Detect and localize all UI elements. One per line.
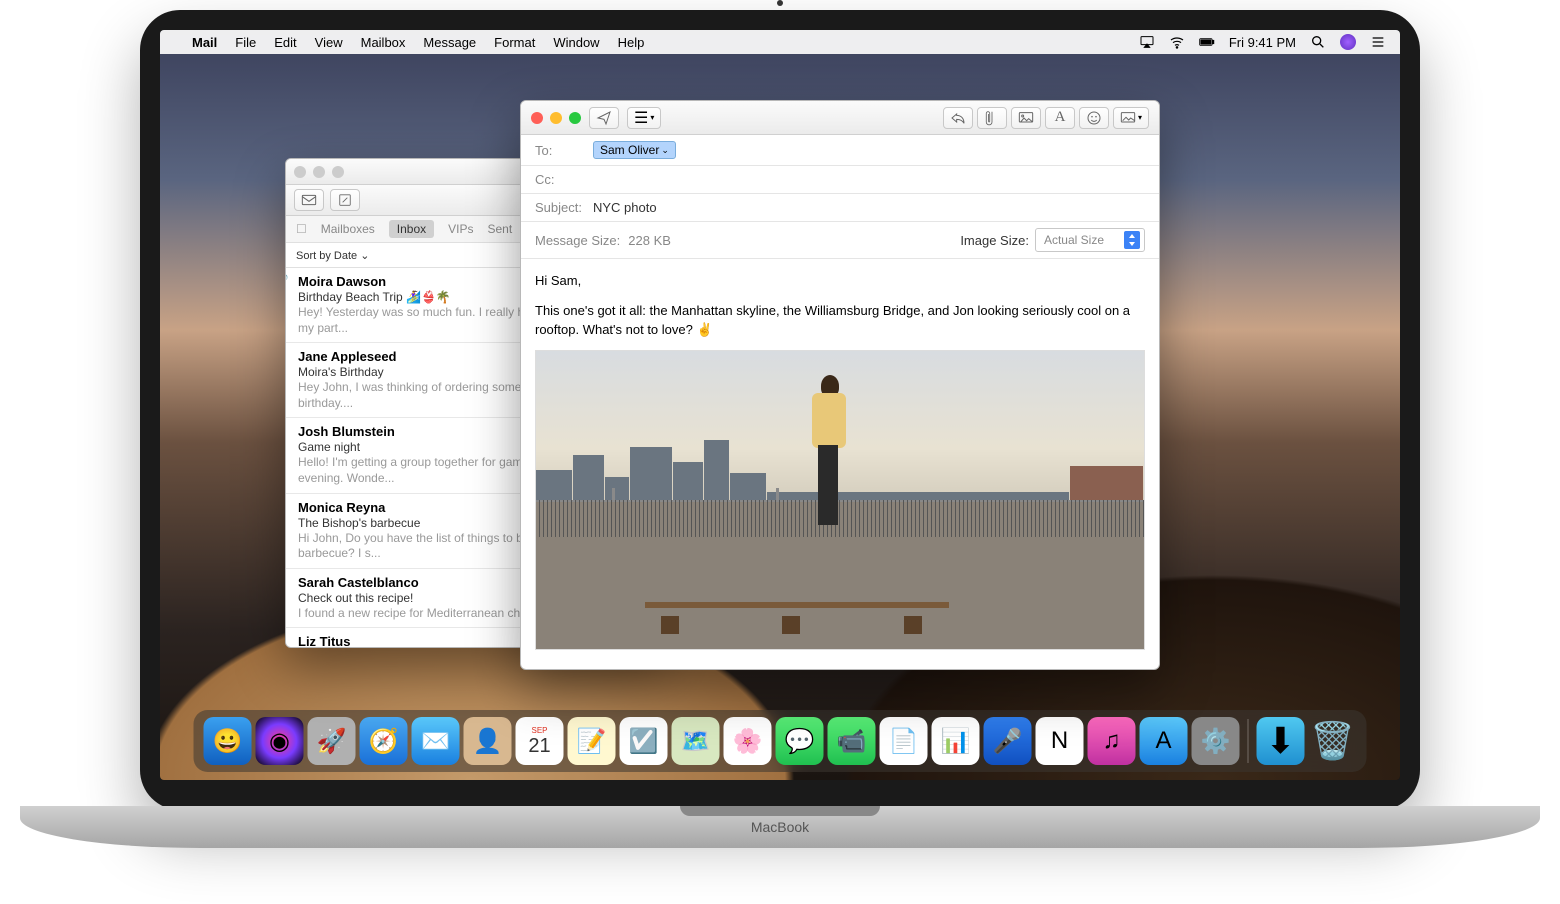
cc-field[interactable]: Cc:	[521, 166, 1159, 194]
dock-mail-icon[interactable]: ✉️	[412, 717, 460, 765]
reply-button[interactable]	[943, 107, 973, 129]
compose-button[interactable]	[330, 189, 360, 211]
photo-browser-button[interactable]: ▾	[1113, 107, 1149, 129]
subject-field[interactable]: Subject: NYC photo	[521, 194, 1159, 222]
dock-itunes-icon[interactable]: ♫	[1088, 717, 1136, 765]
message-size-value: 228 KB	[628, 233, 671, 248]
dock-photos-icon[interactable]: 🌸	[724, 717, 772, 765]
message-sender: Sarah Castelblanco	[298, 575, 419, 590]
markup-button[interactable]	[1011, 107, 1041, 129]
filter-mailboxes[interactable]: Mailboxes	[321, 222, 375, 236]
airplay-icon[interactable]	[1139, 34, 1155, 50]
dock-separator	[1248, 719, 1249, 763]
menubar: Mail File Edit View Mailbox Message Form…	[160, 30, 1400, 54]
body-greeting: Hi Sam,	[535, 271, 1145, 291]
get-mail-button[interactable]	[294, 189, 324, 211]
clock[interactable]: Fri 9:41 PM	[1229, 35, 1296, 50]
compose-window: ☰ ▾ A ▾ To: Sam Oliver ⌄ Cc: Subjec	[520, 100, 1160, 670]
dock-finder-icon[interactable]: 😀	[204, 717, 252, 765]
image-size-select[interactable]: Actual Size	[1035, 228, 1145, 252]
notification-center-icon[interactable]	[1370, 34, 1386, 50]
filter-mailboxes-icon[interactable]: ☐	[296, 222, 307, 236]
app-menu[interactable]: Mail	[192, 35, 217, 50]
close-button[interactable]	[531, 112, 543, 124]
message-sender: Josh Blumstein	[298, 424, 395, 439]
dock-safari-icon[interactable]: 🧭	[360, 717, 408, 765]
header-fields-button[interactable]: ☰ ▾	[627, 107, 661, 129]
chevron-down-icon: ▾	[650, 113, 654, 122]
message-sender: Liz Titus	[298, 634, 350, 648]
minimize-button[interactable]	[313, 166, 325, 178]
menu-help[interactable]: Help	[618, 35, 645, 50]
menu-format[interactable]: Format	[494, 35, 535, 50]
dock-downloads-icon[interactable]: ⬇	[1257, 717, 1305, 765]
select-caret-icon	[1124, 231, 1140, 249]
message-size-label: Message Size:	[535, 233, 620, 248]
macbook-chin: MacBook	[20, 806, 1540, 848]
recipient-pill[interactable]: Sam Oliver ⌄	[593, 141, 676, 159]
dock-launchpad-icon[interactable]: 🚀	[308, 717, 356, 765]
zoom-button[interactable]	[569, 112, 581, 124]
menu-edit[interactable]: Edit	[274, 35, 296, 50]
dock-notes-icon[interactable]: 📝	[568, 717, 616, 765]
attached-photo[interactable]	[535, 350, 1145, 650]
dock-messages-icon[interactable]: 💬	[776, 717, 824, 765]
chevron-down-icon: ⌄	[360, 250, 369, 262]
dock-contacts-icon[interactable]: 👤	[464, 717, 512, 765]
message-sender: Monica Reyna	[298, 500, 385, 515]
dock-pages-icon[interactable]: 📄	[880, 717, 928, 765]
body-text: This one's got it all: the Manhattan sky…	[535, 301, 1145, 340]
image-size-label: Image Size:	[960, 233, 1029, 248]
chevron-down-icon: ⌄	[661, 145, 669, 156]
attach-button[interactable]	[977, 107, 1007, 129]
close-button[interactable]	[294, 166, 306, 178]
menu-file[interactable]: File	[235, 35, 256, 50]
menu-window[interactable]: Window	[553, 35, 599, 50]
format-button[interactable]: A	[1045, 107, 1075, 129]
message-sender: Moira Dawson	[298, 274, 386, 289]
dock-maps-icon[interactable]: 🗺️	[672, 717, 720, 765]
menu-view[interactable]: View	[315, 35, 343, 50]
dock: 😀◉🚀🧭✉️👤SEP21📝☑️🗺️🌸💬📹📄📊🎤N♫A⚙️ ⬇🗑️	[194, 710, 1367, 772]
dock-numbers-icon[interactable]: 📊	[932, 717, 980, 765]
menu-message[interactable]: Message	[423, 35, 476, 50]
emoji-button[interactable]	[1079, 107, 1109, 129]
spotlight-icon[interactable]	[1310, 34, 1326, 50]
menu-mailbox[interactable]: Mailbox	[361, 35, 406, 50]
message-sender: Jane Appleseed	[298, 349, 397, 364]
dock-keynote-icon[interactable]: 🎤	[984, 717, 1032, 765]
battery-icon[interactable]	[1199, 34, 1215, 50]
dock-calendar-icon[interactable]: SEP21	[516, 717, 564, 765]
dock-siri-icon[interactable]: ◉	[256, 717, 304, 765]
attachment-icon: 📎	[286, 270, 288, 281]
dock-facetime-icon[interactable]: 📹	[828, 717, 876, 765]
filter-inbox[interactable]: Inbox	[389, 220, 434, 238]
camera	[777, 0, 783, 6]
dock-reminders-icon[interactable]: ☑️	[620, 717, 668, 765]
dock-appstore-icon[interactable]: A	[1140, 717, 1188, 765]
siri-icon[interactable]	[1340, 34, 1356, 50]
minimize-button[interactable]	[550, 112, 562, 124]
dock-news-icon[interactable]: N	[1036, 717, 1084, 765]
dock-preferences-icon[interactable]: ⚙️	[1192, 717, 1240, 765]
to-field[interactable]: To: Sam Oliver ⌄	[521, 135, 1159, 166]
filter-sent[interactable]: Sent	[488, 222, 513, 236]
zoom-button[interactable]	[332, 166, 344, 178]
send-button[interactable]	[589, 107, 619, 129]
filter-vips[interactable]: VIPs	[448, 222, 473, 236]
wifi-icon[interactable]	[1169, 34, 1185, 50]
dock-trash-icon[interactable]: 🗑️	[1309, 717, 1357, 765]
message-body[interactable]: Hi Sam, This one's got it all: the Manha…	[521, 259, 1159, 662]
chevron-down-icon: ▾	[1138, 113, 1142, 122]
sort-dropdown[interactable]: Sort by Date ⌄	[296, 249, 369, 262]
